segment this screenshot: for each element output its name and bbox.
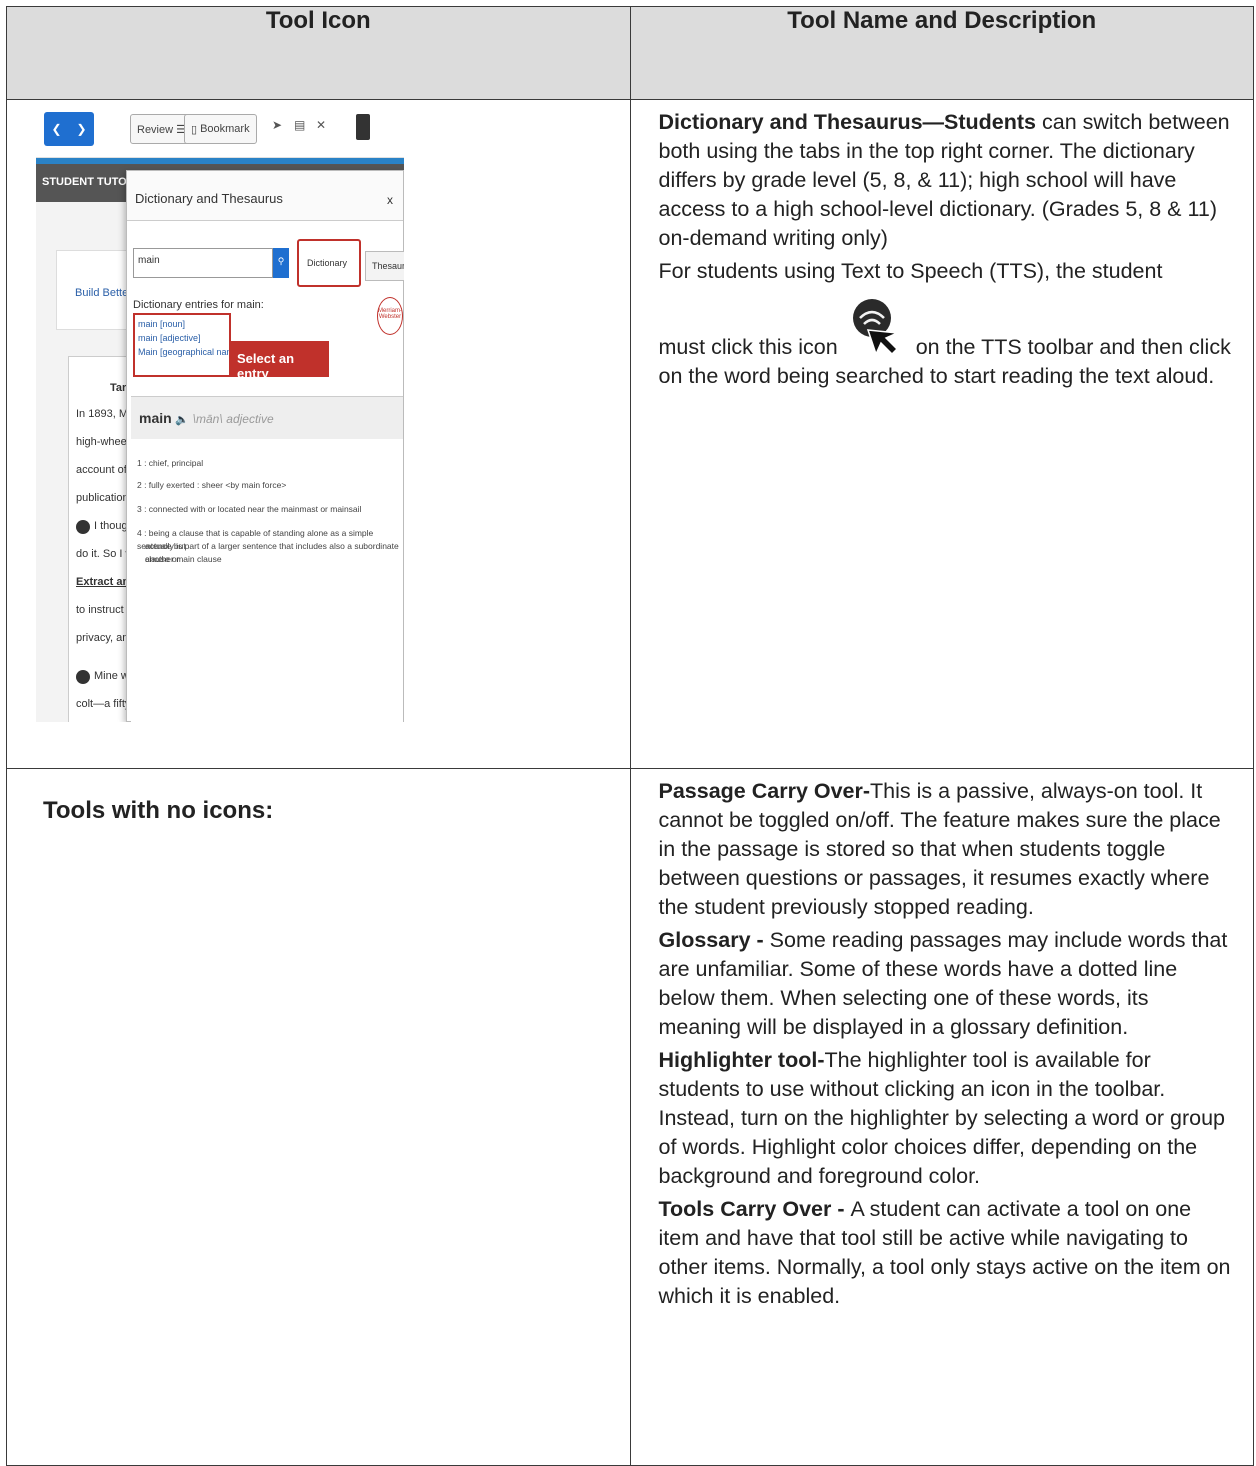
definition-sense: 1 : chief, principal xyxy=(137,458,204,468)
back-arrow-icon[interactable]: ❮ xyxy=(51,122,61,136)
speaker-icon[interactable]: 🔈 xyxy=(175,414,189,426)
no-icon-label-cell: Tools with no icons: xyxy=(6,768,631,1466)
dialog-title: Dictionary and Thesaurus xyxy=(135,191,283,206)
entries-heading: Dictionary entries for main: xyxy=(133,299,264,311)
highlighter-item: Highlighter tool-The highlighter tool is… xyxy=(659,1046,1234,1191)
pointer-icon[interactable]: ➤ xyxy=(272,118,282,132)
glossary-item: Glossary - Some reading passages may inc… xyxy=(659,926,1234,1042)
entry-link[interactable]: Main [geographical name] xyxy=(138,345,242,359)
definition-header: main 🔈 \mān\ adjective xyxy=(131,397,403,439)
paragraph-number-1-icon xyxy=(76,520,90,534)
no-icon-description-cell: Passage Carry Over-This is a passive, al… xyxy=(629,768,1254,1466)
item-title: Tools Carry Over - xyxy=(658,1197,851,1221)
definition-sense-continued: another main clause xyxy=(145,554,222,564)
strikeout-icon[interactable]: ✕ xyxy=(316,118,326,132)
bookmark-label: Bookmark xyxy=(200,123,250,135)
col-header-tool-description: Tool Name and Description xyxy=(629,6,1254,100)
tts-speak-word-icon xyxy=(846,296,908,358)
item-title: Passage Carry Over- xyxy=(658,779,871,803)
entry-link[interactable]: main [noun] xyxy=(138,317,226,331)
test-toolbar: ❮ ❯ Review ☰ ▯ Bookmark ➤ ▤ ✕ xyxy=(36,100,404,158)
bookmark-icon: ▯ xyxy=(191,123,198,136)
search-icon[interactable]: ⚲ xyxy=(273,248,289,278)
dictionary-paragraph: Dictionary and Thesaurus—Students can sw… xyxy=(659,108,1234,253)
tab-thesaurus[interactable]: Thesaurus xyxy=(365,251,404,281)
nav-buttons[interactable]: ❮ ❯ xyxy=(44,112,94,146)
definition-sense: 2 : fully exerted : sheer <by main force… xyxy=(137,480,287,490)
dictionary-description-cell: Dictionary and Thesaurus—Students can sw… xyxy=(629,99,1254,769)
passage-line: publication. xyxy=(76,492,132,504)
tts-instruction: must click this icon on the TTS toolbar a… xyxy=(659,296,1234,391)
dictionary-tool-icon[interactable] xyxy=(356,114,370,140)
header-row: Tool Icon Tool Name and Description xyxy=(6,6,1254,100)
no-icon-tools-label: Tools with no icons: xyxy=(43,797,274,824)
merriam-webster-logo: Merriam-Webster xyxy=(377,297,403,335)
forward-arrow-icon[interactable]: ❯ xyxy=(76,122,86,136)
definition-part-of-speech: adjective xyxy=(226,412,274,426)
definition-sense: 3 : connected with or located near the m… xyxy=(137,504,362,514)
definition-panel: main 🔈 \mān\ adjective 1 : chief, princi… xyxy=(131,396,403,722)
col-header-tool-icon: Tool Icon xyxy=(6,6,631,100)
item-title: Highlighter tool- xyxy=(658,1048,825,1072)
entries-list: main [noun] main [adjective] Main [geogr… xyxy=(133,313,242,377)
select-entry-callout: Select an entry xyxy=(229,341,329,381)
notes-icon[interactable]: ▤ xyxy=(294,118,305,132)
dictionary-search-input[interactable]: main xyxy=(133,248,273,278)
tools-carry-over-item: Tools Carry Over - A student can activat… xyxy=(659,1195,1234,1311)
tts-intro: For students using Text to Speech (TTS),… xyxy=(658,259,1163,283)
passage-title-fragment: Tar xyxy=(110,382,127,394)
entry-link[interactable]: main [adjective] xyxy=(138,331,226,345)
passage-carry-over-item: Passage Carry Over-This is a passive, al… xyxy=(659,777,1234,922)
dictionary-title: Dictionary and Thesaurus—Students xyxy=(658,110,1037,134)
item-title: Glossary - xyxy=(658,928,770,952)
tab-dictionary[interactable]: Dictionary xyxy=(297,239,361,287)
definition-word: main xyxy=(139,410,172,426)
close-icon[interactable]: x xyxy=(387,193,393,207)
dialog-header: Dictionary and Thesaurus x xyxy=(127,171,403,221)
dictionary-dialog: Dictionary and Thesaurus x main ⚲ Diction… xyxy=(126,170,404,722)
no-icon-tools-row: Tools with no icons: Passage Carry Over-… xyxy=(6,768,1254,1466)
bookmark-button[interactable]: ▯ Bookmark xyxy=(184,114,257,144)
tts-text-before: must click this icon xyxy=(658,335,838,359)
dictionary-screenshot: ❮ ❯ Review ☰ ▯ Bookmark ➤ ▤ ✕ STUDENT TUTO… xyxy=(36,100,404,722)
paragraph-number-2-icon xyxy=(76,670,90,684)
definition-pronunciation: \mān\ xyxy=(192,412,223,426)
